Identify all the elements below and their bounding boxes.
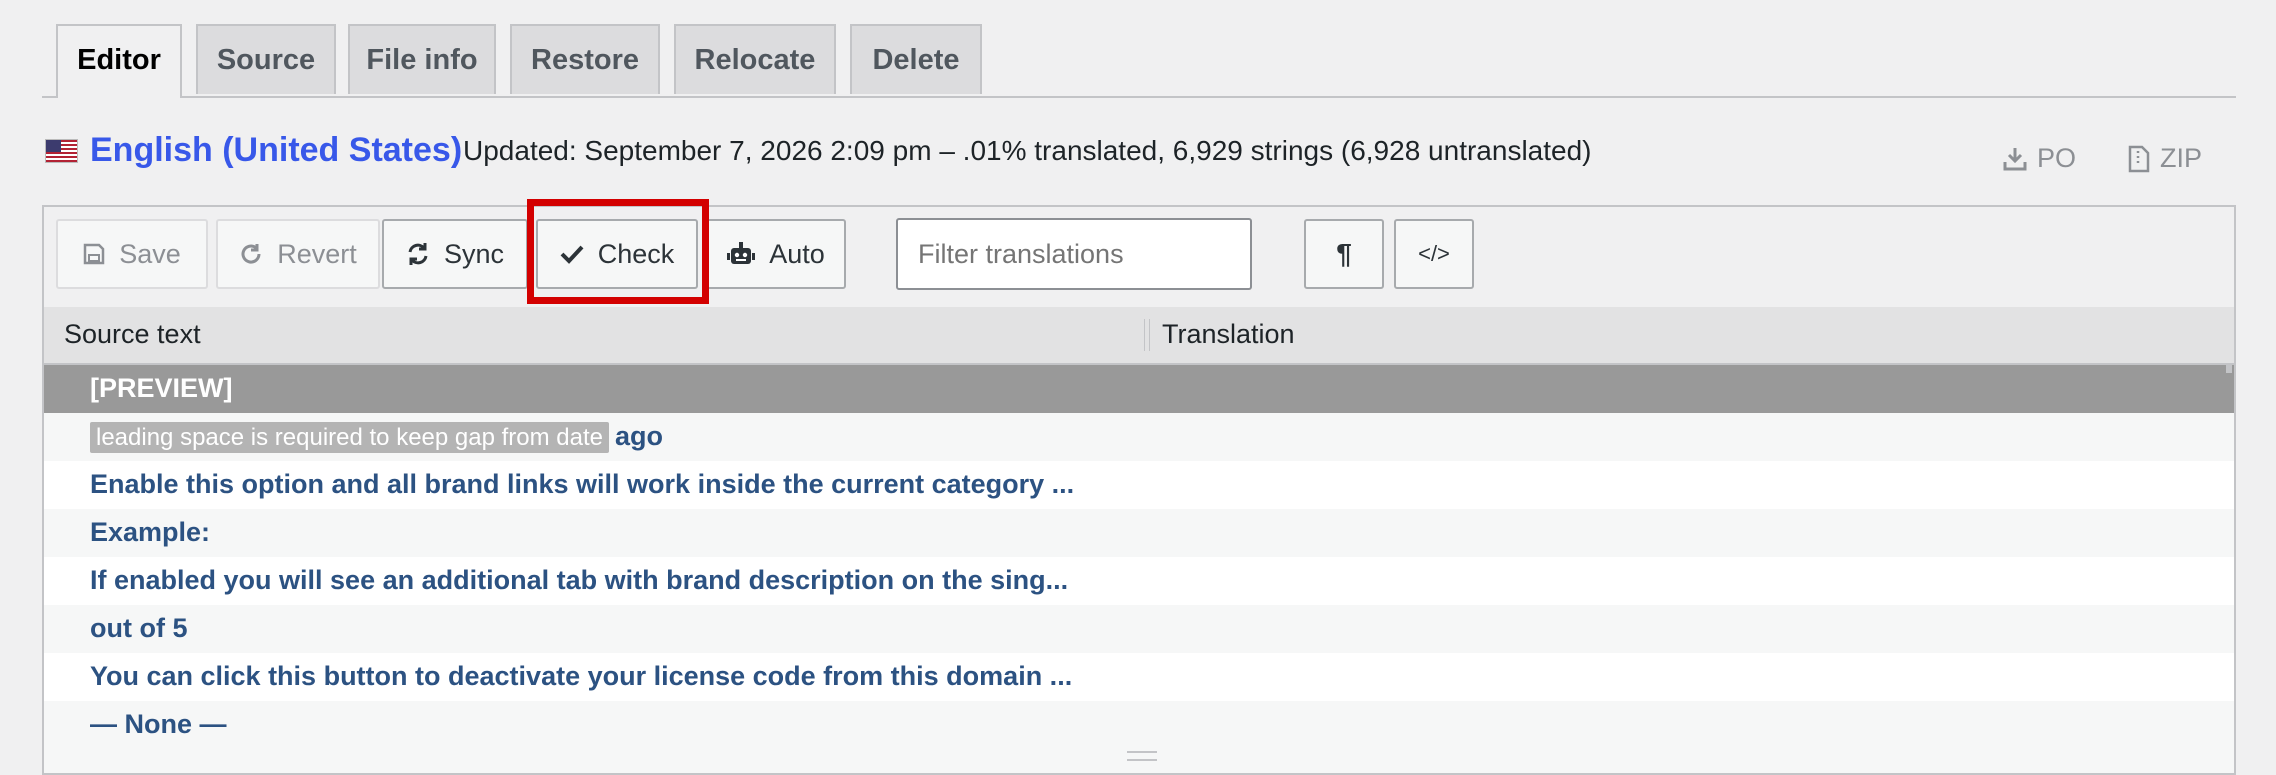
save-button[interactable]: Save [56, 219, 208, 289]
checkmark-icon [560, 245, 584, 264]
source-text: You can click this button to deactivate … [90, 661, 1073, 691]
table-row[interactable]: — None — [44, 701, 2234, 749]
source-text: [PREVIEW] [90, 373, 233, 403]
auto-label: Auto [769, 238, 825, 269]
scrollbar[interactable] [2226, 365, 2232, 373]
tab-file-info[interactable]: File info [348, 24, 496, 94]
source-text: — None — [90, 709, 227, 739]
table-row[interactable]: leading space is required to keep gap fr… [44, 413, 2234, 461]
editor-tabs: Editor Source File info Restore Relocate… [42, 24, 2236, 98]
code-icon: </> [1418, 241, 1450, 266]
column-source-text[interactable]: Source text [64, 319, 201, 350]
tab-editor[interactable]: Editor [56, 24, 182, 98]
save-label: Save [119, 238, 181, 269]
undo-icon [241, 244, 261, 264]
source-text: out of 5 [90, 613, 188, 643]
floppy-disk-icon [83, 243, 105, 265]
check-label: Check [597, 238, 675, 269]
translation-status: Updated: September 7, 2026 2:09 pm – .01… [463, 135, 1592, 166]
sync-button[interactable]: Sync [382, 219, 528, 289]
refresh-icon [408, 243, 428, 265]
pilcrow-icon: ¶ [1336, 238, 1352, 269]
tab-restore[interactable]: Restore [510, 24, 660, 94]
download-zip-button[interactable]: ZIP [2128, 143, 2202, 174]
download-zip-label: ZIP [2160, 143, 2203, 173]
tab-source[interactable]: Source [196, 24, 336, 94]
context-badge: leading space is required to keep gap fr… [90, 422, 609, 453]
toggle-code-view-button[interactable]: </> [1394, 219, 1474, 289]
check-button[interactable]: Check [536, 219, 698, 289]
file-zip-icon [2128, 145, 2150, 172]
tab-relocate[interactable]: Relocate [674, 24, 836, 94]
table-row[interactable]: out of 5 [44, 605, 2234, 653]
table-row[interactable]: If enabled you will see an additional ta… [44, 557, 2234, 605]
tab-delete[interactable]: Delete [850, 24, 982, 94]
sync-label: Sync [443, 238, 505, 269]
column-resize-handle[interactable] [1144, 319, 1150, 351]
translation-list: [PREVIEW] leading space is required to k… [44, 365, 2234, 749]
source-text-wrapper: leading space is required to keep gap fr… [90, 421, 664, 453]
table-row[interactable]: Example: [44, 509, 2234, 557]
source-text: Enable this option and all brand links w… [90, 469, 1075, 499]
translation-editor: Save Revert Sync Check Auto Filter trans… [42, 199, 2236, 775]
column-translation[interactable]: Translation [1162, 319, 1295, 350]
source-text: Example: [90, 517, 211, 547]
us-flag-icon [45, 139, 78, 163]
language-title[interactable]: English (United States) [90, 131, 462, 170]
toggle-invisibles-button[interactable]: ¶ [1304, 219, 1384, 289]
revert-label: Revert [277, 238, 357, 269]
table-header: Source text Translation [44, 307, 2234, 365]
download-po-label: PO [2037, 143, 2077, 173]
robot-icon [727, 242, 756, 264]
revert-button[interactable]: Revert [216, 219, 380, 289]
download-po-button[interactable]: PO [2003, 143, 2076, 174]
editor-toolbar: Save Revert Sync Check Auto Filter trans… [44, 199, 2234, 307]
table-row[interactable]: Enable this option and all brand links w… [44, 461, 2234, 509]
auto-translate-button[interactable]: Auto [706, 219, 846, 289]
source-text: ago [615, 421, 664, 451]
source-text: If enabled you will see an additional ta… [90, 565, 1069, 595]
download-icon [2003, 147, 2027, 170]
table-row[interactable]: You can click this button to deactivate … [44, 653, 2234, 701]
filter-translations-input[interactable] [896, 218, 1252, 290]
table-row[interactable]: [PREVIEW] [44, 365, 2234, 413]
